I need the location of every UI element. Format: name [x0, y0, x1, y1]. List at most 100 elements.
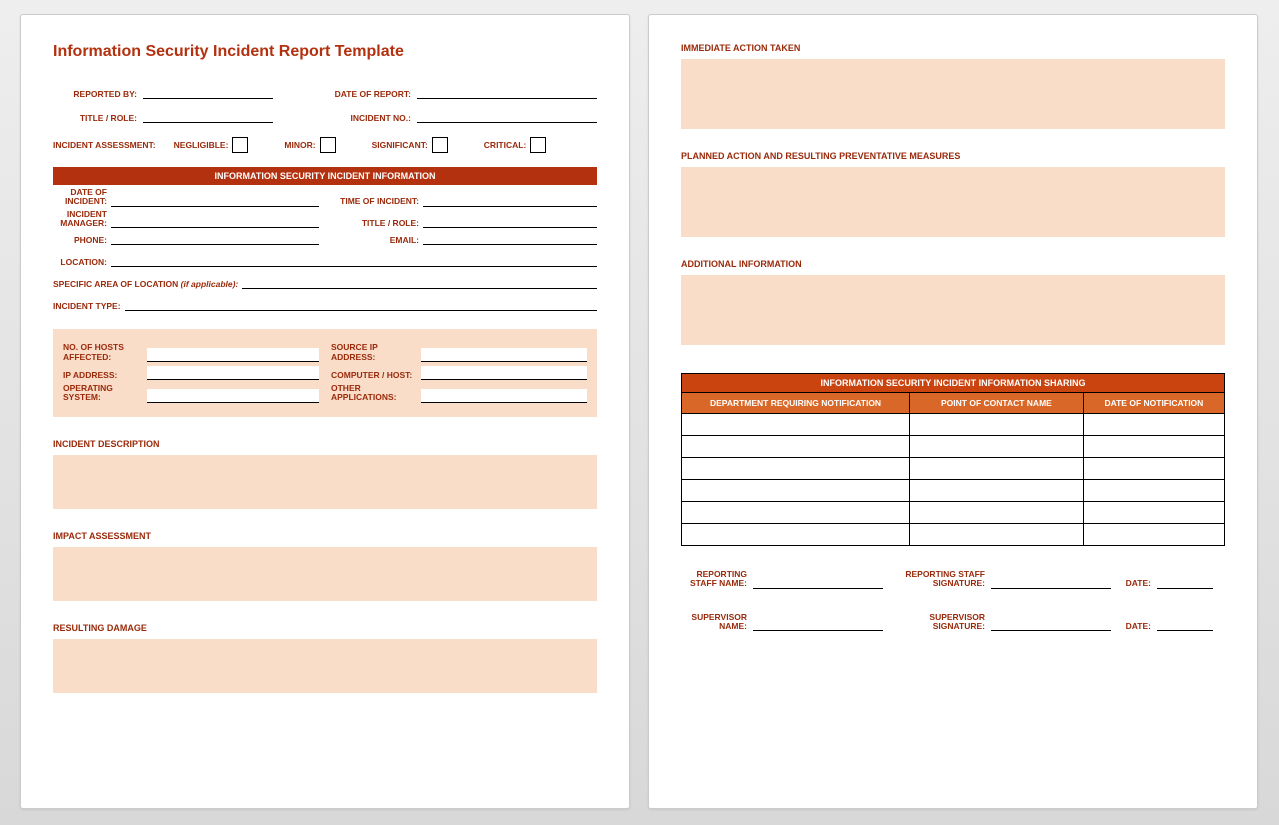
resulting-damage-box[interactable]: [53, 639, 597, 693]
title-role-label: TITLE / ROLE:: [67, 113, 137, 123]
impact-assessment-label: IMPACT ASSESSMENT: [53, 531, 597, 541]
tech-row-3: OPERATING SYSTEM: OTHER APPLICATIONS:: [63, 384, 587, 403]
phone-label: PHONE:: [53, 236, 107, 245]
tech-row-1: NO. OF HOSTS AFFECTED: SOURCE IP ADDRESS…: [63, 343, 587, 362]
info-row-2: INCIDENT MANAGER: TITLE / ROLE:: [53, 210, 597, 229]
immediate-action-box[interactable]: [681, 59, 1225, 129]
incident-manager-input[interactable]: [111, 214, 319, 228]
reporting-staff-sig-input[interactable]: [991, 575, 1111, 589]
specific-area-label: SPECIFIC AREA OF LOCATION (if applicable…: [53, 279, 238, 289]
critical-checkbox[interactable]: [530, 137, 546, 153]
info-row-3: PHONE: EMAIL:: [53, 231, 597, 245]
critical-label: CRITICAL:: [484, 140, 527, 150]
other-apps-input[interactable]: [421, 389, 587, 403]
table-row[interactable]: [682, 524, 1225, 546]
sharing-table: DEPARTMENT REQUIRING NOTIFICATION POINT …: [681, 392, 1225, 546]
source-ip-label: SOURCE IP ADDRESS:: [331, 343, 417, 362]
assessment-row: INCIDENT ASSESSMENT: NEGLIGIBLE: MINOR: …: [53, 137, 597, 153]
source-ip-input[interactable]: [421, 348, 587, 362]
supervisor-sig-label: SUPERVISOR SIGNATURE:: [889, 613, 985, 632]
info-row-1: DATE OF INCIDENT: TIME OF INCIDENT:: [53, 188, 597, 207]
significant-label: SIGNIFICANT:: [372, 140, 428, 150]
date-of-incident-input[interactable]: [111, 193, 319, 207]
computer-host-label: COMPUTER / HOST:: [331, 371, 417, 380]
signature-row-2: SUPERVISOR NAME: SUPERVISOR SIGNATURE: D…: [681, 613, 1225, 632]
tech-row-2: IP ADDRESS: COMPUTER / HOST:: [63, 366, 587, 380]
incident-type-row: INCIDENT TYPE:: [53, 297, 597, 311]
info-title-role-input[interactable]: [423, 214, 597, 228]
significant-checkbox[interactable]: [432, 137, 448, 153]
negligible-checkbox[interactable]: [232, 137, 248, 153]
page-1: Information Security Incident Report Tem…: [20, 14, 630, 809]
header-row-1: REPORTED BY: DATE OF REPORT:: [53, 85, 597, 99]
operating-system-input[interactable]: [147, 389, 319, 403]
info-title-role-label: TITLE / ROLE:: [331, 219, 419, 228]
additional-info-box[interactable]: [681, 275, 1225, 345]
sharing-col-dept: DEPARTMENT REQUIRING NOTIFICATION: [682, 393, 910, 414]
email-label: EMAIL:: [331, 236, 419, 245]
reported-by-label: REPORTED BY:: [67, 89, 137, 99]
table-row[interactable]: [682, 502, 1225, 524]
date-of-report-label: DATE OF REPORT:: [321, 89, 411, 99]
location-input[interactable]: [111, 253, 597, 267]
assessment-critical: CRITICAL:: [484, 137, 547, 153]
table-row[interactable]: [682, 480, 1225, 502]
minor-checkbox[interactable]: [320, 137, 336, 153]
incident-manager-label: INCIDENT MANAGER:: [53, 210, 107, 229]
reporting-staff-sig-label: REPORTING STAFF SIGNATURE:: [889, 570, 985, 589]
hosts-affected-input[interactable]: [147, 348, 319, 362]
table-row[interactable]: [682, 458, 1225, 480]
incident-description-box[interactable]: [53, 455, 597, 509]
table-row[interactable]: [682, 436, 1225, 458]
sharing-col-date: DATE OF NOTIFICATION: [1083, 393, 1224, 414]
negligible-label: NEGLIGIBLE:: [174, 140, 229, 150]
incident-no-input[interactable]: [417, 109, 597, 123]
date-input-2[interactable]: [1157, 617, 1213, 631]
other-apps-label: OTHER APPLICATIONS:: [331, 384, 417, 403]
title-role-input[interactable]: [143, 109, 273, 123]
planned-action-box[interactable]: [681, 167, 1225, 237]
sharing-header-bar: INFORMATION SECURITY INCIDENT INFORMATIO…: [681, 373, 1225, 392]
page-2: IMMEDIATE ACTION TAKEN PLANNED ACTION AN…: [648, 14, 1258, 809]
minor-label: MINOR:: [284, 140, 315, 150]
hosts-affected-label: NO. OF HOSTS AFFECTED:: [63, 343, 143, 362]
info-section-bar: INFORMATION SECURITY INCIDENT INFORMATIO…: [53, 167, 597, 185]
phone-input[interactable]: [111, 231, 319, 245]
supervisor-name-label: SUPERVISOR NAME:: [681, 613, 747, 632]
reporting-staff-name-label: REPORTING STAFF NAME:: [681, 570, 747, 589]
sharing-col-contact: POINT OF CONTACT NAME: [910, 393, 1084, 414]
incident-description-label: INCIDENT DESCRIPTION: [53, 439, 597, 449]
date-label-1: DATE:: [1117, 579, 1151, 588]
ip-address-label: IP ADDRESS:: [63, 371, 143, 380]
date-input-1[interactable]: [1157, 575, 1213, 589]
supervisor-sig-input[interactable]: [991, 617, 1111, 631]
assessment-negligible: NEGLIGIBLE:: [174, 137, 249, 153]
location-row: LOCATION:: [53, 253, 597, 267]
incident-type-label: INCIDENT TYPE:: [53, 301, 121, 311]
specific-area-row: SPECIFIC AREA OF LOCATION (if applicable…: [53, 275, 597, 289]
signature-row-1: REPORTING STAFF NAME: REPORTING STAFF SI…: [681, 570, 1225, 589]
impact-assessment-box[interactable]: [53, 547, 597, 601]
supervisor-name-input[interactable]: [753, 617, 883, 631]
computer-host-input[interactable]: [421, 366, 587, 380]
resulting-damage-label: RESULTING DAMAGE: [53, 623, 597, 633]
location-label: LOCATION:: [53, 257, 107, 267]
table-row[interactable]: [682, 414, 1225, 436]
date-of-incident-label: DATE OF INCIDENT:: [53, 188, 107, 207]
additional-info-label: ADDITIONAL INFORMATION: [681, 259, 1225, 269]
document-title: Information Security Incident Report Tem…: [53, 43, 597, 61]
incident-type-input[interactable]: [125, 297, 597, 311]
time-of-incident-label: TIME OF INCIDENT:: [331, 197, 419, 206]
date-of-report-input[interactable]: [417, 85, 597, 99]
reported-by-input[interactable]: [143, 85, 273, 99]
email-input[interactable]: [423, 231, 597, 245]
planned-action-label: PLANNED ACTION AND RESULTING PREVENTATIV…: [681, 151, 1225, 161]
assessment-significant: SIGNIFICANT:: [372, 137, 448, 153]
assessment-label: INCIDENT ASSESSMENT:: [53, 140, 156, 150]
incident-no-label: INCIDENT NO.:: [321, 113, 411, 123]
reporting-staff-name-input[interactable]: [753, 575, 883, 589]
assessment-minor: MINOR:: [284, 137, 335, 153]
specific-area-input[interactable]: [242, 275, 597, 289]
time-of-incident-input[interactable]: [423, 193, 597, 207]
ip-address-input[interactable]: [147, 366, 319, 380]
